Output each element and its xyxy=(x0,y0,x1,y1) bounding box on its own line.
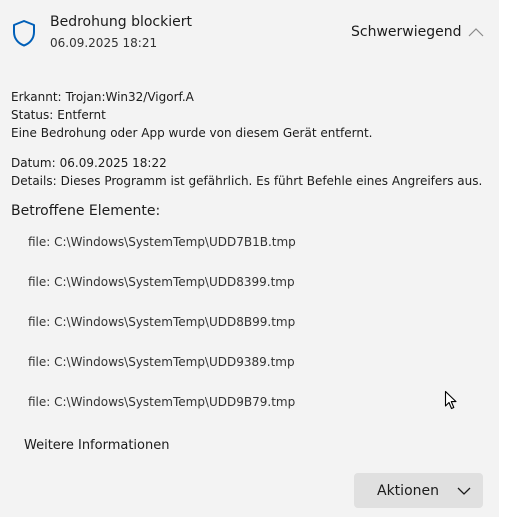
detected-label: Erkannt: xyxy=(11,90,62,104)
affected-file-item: file: C:\Windows\SystemTemp\UDD7B1B.tmp xyxy=(28,235,296,249)
detected-value: Trojan:Win32/Vigorf.A xyxy=(65,90,194,104)
detected-row: Erkannt: Trojan:Win32/Vigorf.A xyxy=(11,90,194,104)
date-label: Datum: xyxy=(11,156,56,170)
status-row: Status: Entfernt xyxy=(11,108,106,122)
threat-title: Bedrohung blockiert xyxy=(50,14,192,30)
date-value: 06.09.2025 18:22 xyxy=(59,156,167,170)
details-value: Dieses Programm ist gefährlich. Es führt… xyxy=(60,174,483,188)
details-row: Details: Dieses Programm ist gefährlich. … xyxy=(11,174,482,188)
chevron-up-icon[interactable] xyxy=(467,26,485,38)
affected-file-item: file: C:\Windows\SystemTemp\UDD8399.tmp xyxy=(28,275,295,289)
status-label: Status: xyxy=(11,108,54,122)
affected-items-heading: Betroffene Elemente: xyxy=(11,203,161,219)
chevron-down-icon xyxy=(457,487,471,495)
affected-file-item: file: C:\Windows\SystemTemp\UDD9B79.tmp xyxy=(28,395,296,409)
status-value: Entfernt xyxy=(57,108,106,122)
threat-timestamp: 06.09.2025 18:21 xyxy=(50,36,158,50)
affected-file-item: file: C:\Windows\SystemTemp\UDD8B99.tmp xyxy=(28,315,296,329)
window-edge xyxy=(499,0,505,517)
mouse-cursor-icon xyxy=(444,390,457,410)
more-info-link[interactable]: Weitere Informationen xyxy=(24,438,169,453)
actions-label: Aktionen xyxy=(377,482,439,499)
severity-label: Schwerwiegend xyxy=(351,24,462,40)
date-row: Datum: 06.09.2025 18:22 xyxy=(11,156,167,170)
threat-description: Eine Bedrohung oder App wurde von diesem… xyxy=(11,126,373,140)
threat-detail-card: Bedrohung blockiert 06.09.2025 18:21 Sch… xyxy=(0,0,499,517)
affected-file-item: file: C:\Windows\SystemTemp\UDD9389.tmp xyxy=(28,355,295,369)
actions-button[interactable]: Aktionen xyxy=(354,473,483,508)
shield-icon xyxy=(13,20,35,47)
details-label: Details: xyxy=(11,174,57,188)
